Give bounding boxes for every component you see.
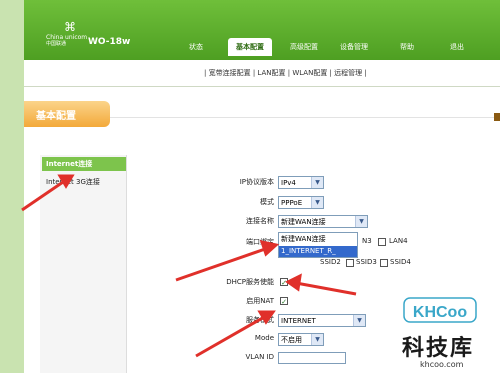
watermark-text: 科技库 — [402, 336, 475, 361]
watermark-url: khcoo.com — [420, 360, 464, 369]
arrow-head-dropdown — [259, 239, 280, 257]
arrow-to-sidebar — [21, 178, 67, 212]
arrow-to-dropdown — [175, 246, 269, 282]
arrow-head-dhcp — [285, 273, 302, 292]
khcoo-logo-text: KHCoo — [413, 304, 467, 321]
arrow-to-dhcp — [295, 281, 357, 296]
arrow-to-nat — [195, 314, 267, 358]
arrow-head-nat — [257, 310, 276, 325]
